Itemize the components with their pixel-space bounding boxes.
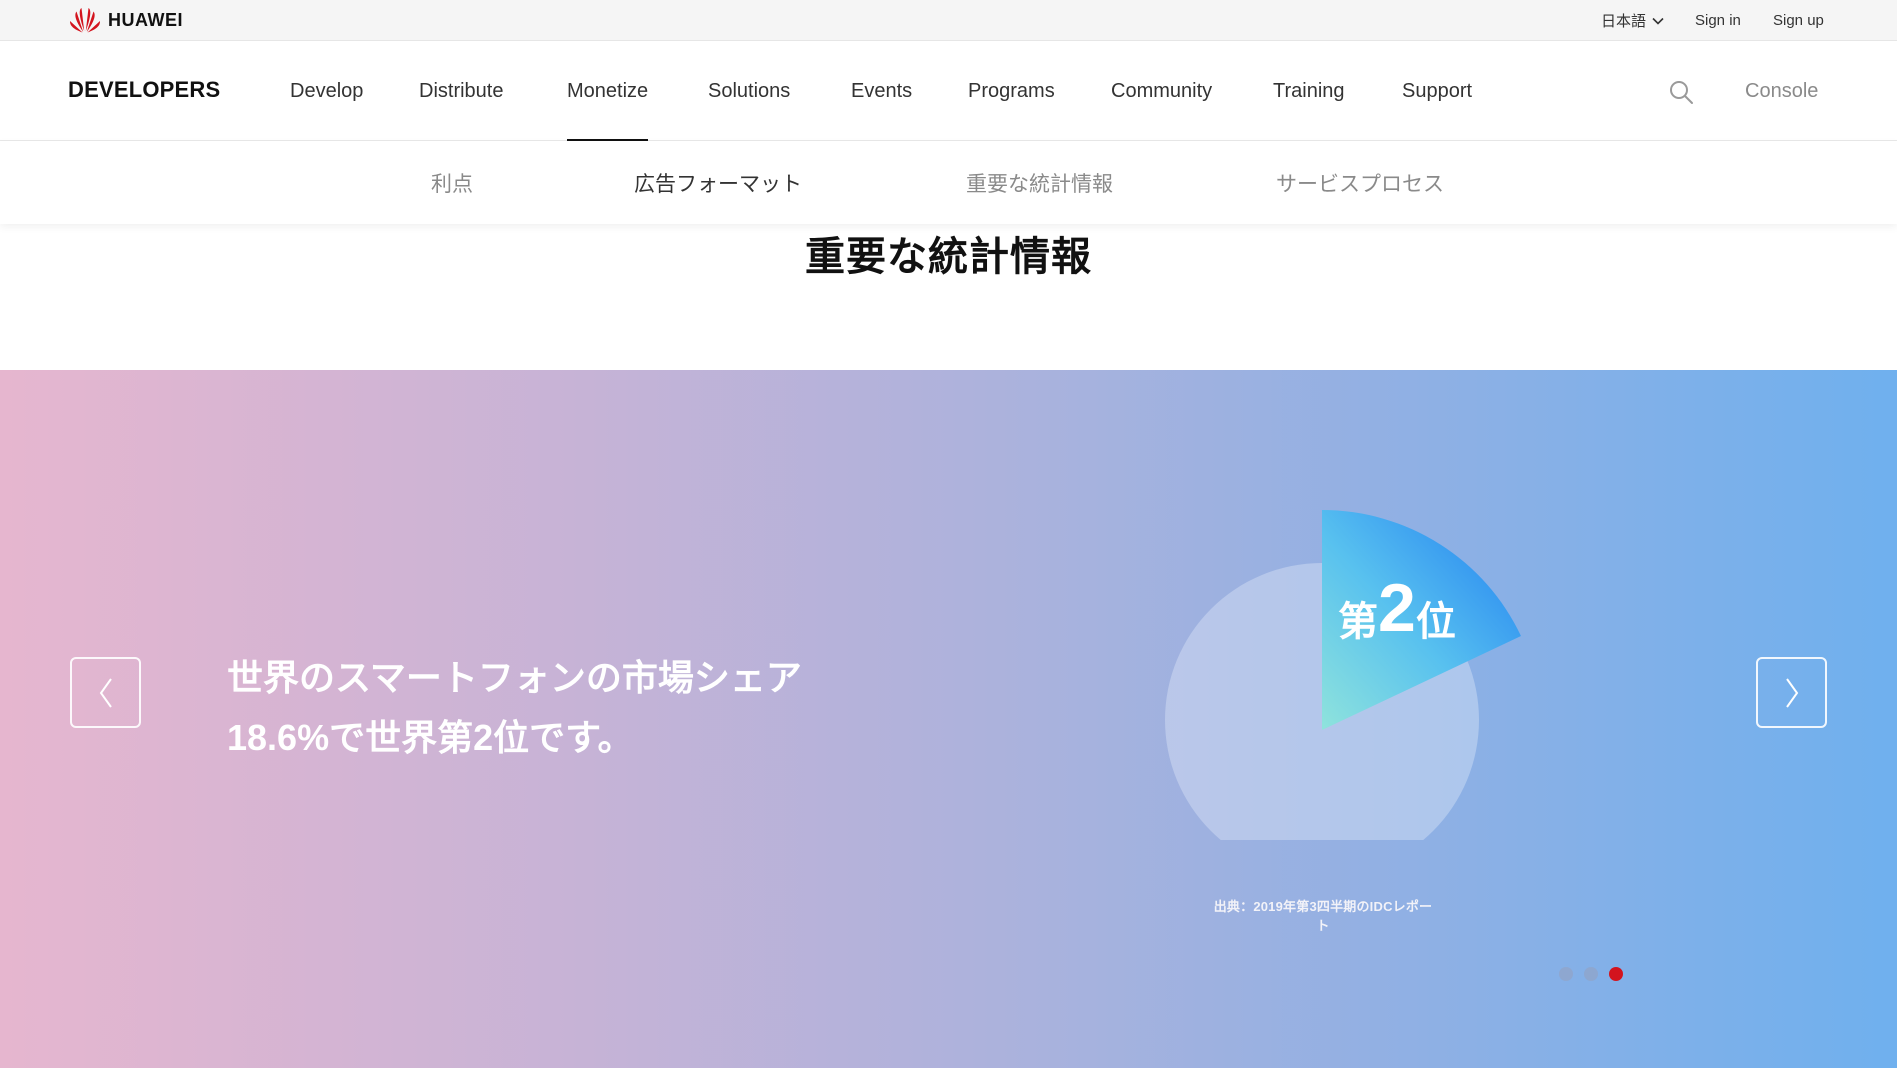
sign-in-link[interactable]: Sign in — [1695, 0, 1741, 41]
rank-suffix: 位 — [1416, 600, 1456, 644]
carousel-headline: 世界のスマートフォンの市場シェア 18.6%で世界第2位です。 — [227, 648, 927, 768]
chevron-left-icon — [99, 677, 112, 708]
nav-monetize[interactable]: Monetize — [567, 41, 649, 141]
carousel-prev-button[interactable] — [70, 657, 141, 728]
chevron-right-icon — [1785, 677, 1798, 708]
section-title: 重要な統計情報 — [805, 235, 1092, 279]
top-utility-bar: HUAWEI 日本語 Sign in Sign up — [0, 0, 1897, 41]
sub-navigation: 利点 広告フォーマット 重要な統計情報 サービスプロセス — [0, 141, 1897, 224]
language-label: 日本語 — [1601, 13, 1647, 30]
chevron-down-icon — [1652, 17, 1664, 25]
nav-programs[interactable]: Programs — [968, 41, 1055, 141]
nav-training[interactable]: Training — [1273, 41, 1345, 141]
subnav-benefits[interactable]: 利点 — [431, 141, 473, 224]
market-share-pie-graphic: 第2位 — [1165, 509, 1521, 840]
sign-up-link[interactable]: Sign up — [1773, 0, 1824, 41]
carousel-next-button[interactable] — [1756, 657, 1827, 728]
nav-support[interactable]: Support — [1402, 41, 1472, 141]
rank-prefix: 第 — [1338, 600, 1378, 644]
subnav-ad-formats[interactable]: 広告フォーマット — [634, 141, 802, 224]
search-icon[interactable] — [1668, 79, 1694, 105]
subnav-service-process[interactable]: サービスプロセス — [1276, 141, 1444, 224]
nav-distribute[interactable]: Distribute — [419, 41, 503, 141]
console-link[interactable]: Console — [1745, 41, 1818, 141]
main-navigation: DEVELOPERS Develop Distribute Monetize S… — [0, 41, 1897, 141]
headline-line-2: 18.6%で世界第2位です。 — [227, 717, 634, 758]
carousel-dot-active[interactable] — [1609, 967, 1623, 981]
nav-community[interactable]: Community — [1111, 41, 1212, 141]
headline-line-1: 世界のスマートフォンの市場シェア — [227, 657, 802, 698]
huawei-brand[interactable]: HUAWEI — [68, 6, 183, 34]
rank-number: 2 — [1378, 570, 1416, 646]
language-selector[interactable]: 日本語 — [1601, 0, 1664, 41]
stats-carousel: 世界のスマートフォンの市場シェア 18.6%で世界第2位です。 第2位 出典：2… — [0, 370, 1897, 1068]
carousel-dot[interactable] — [1584, 967, 1598, 981]
huawei-logo-icon — [69, 8, 101, 33]
nav-events[interactable]: Events — [851, 41, 912, 141]
nav-solutions[interactable]: Solutions — [708, 41, 790, 141]
brand-name: HUAWEI — [108, 9, 183, 30]
carousel-dots — [1559, 967, 1623, 981]
developers-logo[interactable]: DEVELOPERS — [68, 77, 220, 103]
source-caption: 出典：2019年第3四半期のIDCレポート — [1213, 899, 1433, 933]
nav-develop[interactable]: Develop — [290, 41, 363, 141]
subnav-key-statistics[interactable]: 重要な統計情報 — [966, 141, 1113, 224]
carousel-dot[interactable] — [1559, 967, 1573, 981]
